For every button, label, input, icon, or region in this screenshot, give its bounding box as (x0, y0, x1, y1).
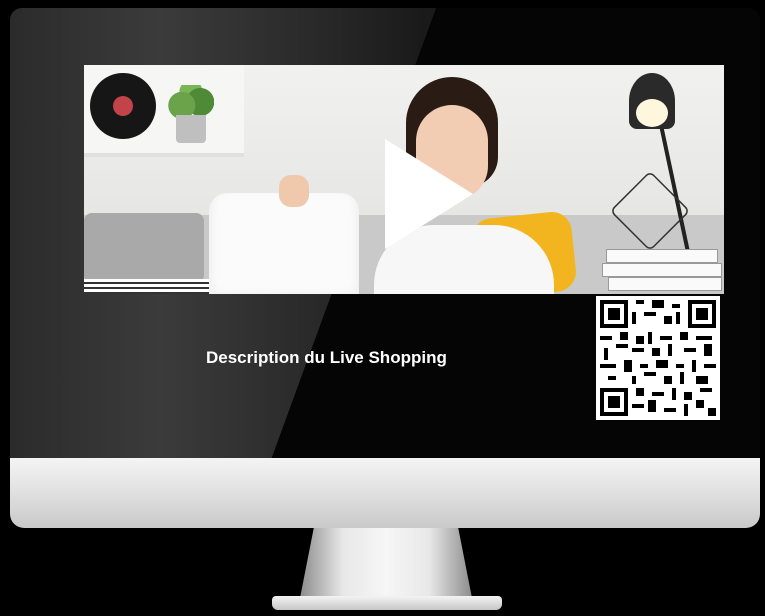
lamp-bulb (636, 99, 668, 127)
plant-image (168, 85, 214, 119)
live-video-thumbnail[interactable] (84, 65, 724, 294)
white-shirt-image (209, 193, 359, 294)
grey-pillow-image (84, 213, 204, 283)
monitor-chin (10, 458, 760, 528)
play-icon[interactable] (385, 139, 473, 249)
presenter-hand (279, 175, 309, 207)
book-stack-image (608, 277, 722, 291)
monitor-stand-neck (300, 528, 472, 598)
monitor: Description du Live Shopping (0, 0, 765, 616)
vinyl-record-image (90, 73, 156, 139)
book-stack-image (606, 249, 718, 263)
live-description: Description du Live Shopping (206, 348, 447, 367)
book-stack-image (602, 263, 722, 277)
striped-blanket-image (84, 279, 214, 294)
qr-code-icon[interactable] (596, 296, 720, 420)
monitor-stand-base (272, 596, 502, 610)
plant-pot-image (176, 115, 206, 143)
